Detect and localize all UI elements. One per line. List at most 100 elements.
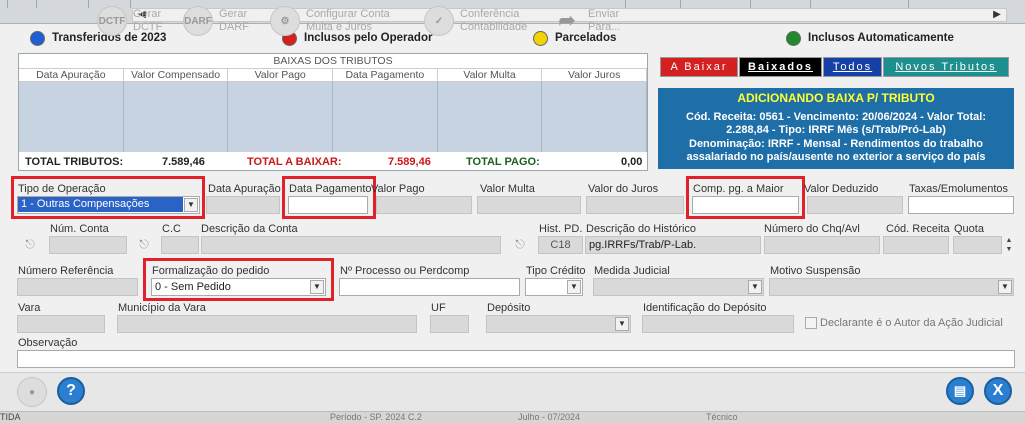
configurar-conta-button[interactable]: ⚙ Configurar Conta Multa e Juros: [270, 5, 390, 37]
baixas-header: Data Apuração Valor Compensado Valor Pag…: [19, 68, 648, 82]
enviar-para-label: Enviar Para...: [588, 8, 621, 33]
medida-judicial-select[interactable]: ▼: [593, 278, 764, 296]
chevron-down-icon[interactable]: ▼: [748, 280, 762, 294]
lock-icon[interactable]: ⎋: [512, 237, 528, 251]
conferencia-label: Conferência Contabilidade: [460, 8, 528, 33]
vara-field[interactable]: [17, 315, 105, 333]
tab-todos[interactable]: Todos: [823, 57, 882, 77]
data-pagamento-field[interactable]: [288, 196, 368, 214]
num-conta-label: Núm. Conta: [50, 223, 109, 235]
blue-dot-icon: [30, 30, 45, 46]
gerar-darf-label: Gerar DARF: [219, 8, 249, 33]
info-panel: ADICIONANDO BAIXA P/ TRIBUTO Cód. Receit…: [658, 88, 1014, 169]
chevron-down-icon[interactable]: ▼: [567, 280, 581, 294]
valor-multa-field[interactable]: [477, 196, 581, 214]
uf-field[interactable]: [430, 315, 469, 333]
baixas-body[interactable]: [19, 82, 648, 152]
record-icon[interactable]: ●: [17, 377, 47, 407]
quota-field[interactable]: [953, 236, 1002, 254]
chevron-down-icon[interactable]: ▼: [615, 317, 629, 331]
column-header[interactable]: Valor Multa: [438, 69, 543, 81]
toolbar: [0, 372, 1025, 412]
status-text: Período - SP. 2024 C.2: [330, 412, 422, 422]
num-referencia-field[interactable]: [17, 278, 138, 296]
uf-label: UF: [431, 302, 446, 314]
valor-juros-field[interactable]: [586, 196, 684, 214]
processo-label: Nº Processo ou Perdcomp: [340, 265, 470, 277]
tipo-credito-select[interactable]: ▼: [525, 278, 583, 296]
tab-baixados[interactable]: Baixados: [739, 57, 822, 77]
num-referencia-label: Número Referência: [18, 265, 114, 277]
save-button[interactable]: ▤: [946, 377, 974, 405]
formalizacao-value: 0 - Sem Pedido: [155, 281, 231, 293]
formalizacao-label: Formalização do pedido: [152, 265, 270, 277]
column-header[interactable]: Valor Compensado: [124, 69, 229, 81]
column-header[interactable]: Data Apuração: [19, 69, 124, 81]
total-tributos-value: 7.589,46: [162, 156, 205, 168]
configurar-conta-label: Configurar Conta Multa e Juros: [306, 8, 390, 33]
total-pago-value: 0,00: [621, 156, 643, 168]
close-button[interactable]: X: [984, 377, 1012, 405]
darf-icon: DARF: [183, 6, 213, 36]
enviar-para-button[interactable]: ➦ Enviar Para...: [552, 5, 621, 37]
help-button[interactable]: ?: [57, 377, 85, 405]
column-header[interactable]: Valor Pago: [228, 69, 334, 81]
hist-pd-field[interactable]: C18: [538, 236, 583, 254]
medida-judicial-label: Medida Judicial: [594, 265, 670, 277]
scroll-right-icon[interactable]: ▶: [990, 9, 1004, 21]
motivo-suspensao-label: Motivo Suspensão: [770, 265, 861, 277]
cc-field[interactable]: [161, 236, 199, 254]
quota-label: Quota: [954, 223, 984, 235]
data-pagamento-label: Data Pagamento: [289, 183, 372, 195]
processo-field[interactable]: [339, 278, 520, 296]
grid-column: [625, 0, 626, 8]
data-apuracao-field[interactable]: [206, 196, 280, 214]
info-line: Denominação: IRRF - Mensal - Rendimentos…: [689, 137, 983, 150]
declarante-checkbox[interactable]: [805, 317, 817, 329]
valor-deduzido-field[interactable]: [807, 196, 903, 214]
status-bar: TIDA Período - SP. 2024 C.2 Julho - 07/2…: [0, 412, 1025, 423]
grid-column: [88, 0, 89, 8]
tipo-operacao-select[interactable]: 1 - Outras Compensações ▼: [17, 196, 200, 214]
taxas-field[interactable]: [908, 196, 1014, 214]
descricao-historico-field[interactable]: pg.IRRFs/Trab/P-Lab.: [585, 236, 761, 254]
municipio-field[interactable]: [117, 315, 417, 333]
deposito-label: Depósito: [487, 302, 531, 314]
info-line: Cód. Receita: 0561 - Vencimento: 20/06/2…: [686, 110, 986, 123]
column-header[interactable]: Valor Juros: [542, 69, 648, 81]
valor-pago-field[interactable]: [376, 196, 472, 214]
lock-icon[interactable]: ⎋: [22, 237, 38, 251]
ident-deposito-label: Identificação do Depósito: [643, 302, 767, 314]
num-chq-field[interactable]: [764, 236, 880, 254]
dctf-icon: DCTF: [97, 6, 127, 36]
chevron-down-icon[interactable]: ▼: [184, 198, 198, 212]
gerar-dctf-button[interactable]: DCTF Gerar DCTF: [97, 5, 162, 37]
cod-receita-field[interactable]: [883, 236, 949, 254]
column-header[interactable]: Data Pagamento: [333, 69, 438, 81]
descricao-conta-field[interactable]: [201, 236, 501, 254]
grid-column: [7, 0, 8, 8]
quota-spinner-icon[interactable]: ▲ ▼: [1003, 236, 1015, 254]
descricao-conta-label: Descrição da Conta: [201, 223, 298, 235]
num-conta-field[interactable]: [49, 236, 127, 254]
yellow-dot-icon: [533, 30, 548, 46]
formalizacao-select[interactable]: 0 - Sem Pedido ▼: [151, 278, 326, 296]
lock-icon[interactable]: ⎋: [136, 237, 152, 251]
observacao-field[interactable]: [17, 350, 1015, 368]
ident-deposito-field[interactable]: [642, 315, 794, 333]
chevron-down-icon[interactable]: ▼: [310, 280, 324, 294]
comp-maior-field[interactable]: [692, 196, 799, 214]
deposito-select[interactable]: ▼: [486, 315, 631, 333]
motivo-suspensao-select[interactable]: ▼: [769, 278, 1014, 296]
tab-a-baixar[interactable]: A Baixar: [660, 57, 738, 77]
chevron-down-icon[interactable]: ▼: [998, 280, 1012, 294]
total-pago-label: TOTAL PAGO:: [466, 156, 540, 168]
gerar-darf-button[interactable]: DARF Gerar DARF: [183, 5, 249, 37]
grid-column: [36, 0, 37, 8]
tab-novos-tributos[interactable]: Novos Tributos: [883, 57, 1009, 77]
conferencia-contabilidade-button[interactable]: ✓ Conferência Contabilidade: [424, 5, 527, 37]
taxas-label: Taxas/Emolumentos: [909, 183, 1009, 195]
status-text: TIDA: [0, 412, 21, 422]
tipo-operacao-value: 1 - Outras Compensações: [18, 197, 183, 212]
legend-label: Inclusos Automaticamente: [808, 32, 954, 44]
